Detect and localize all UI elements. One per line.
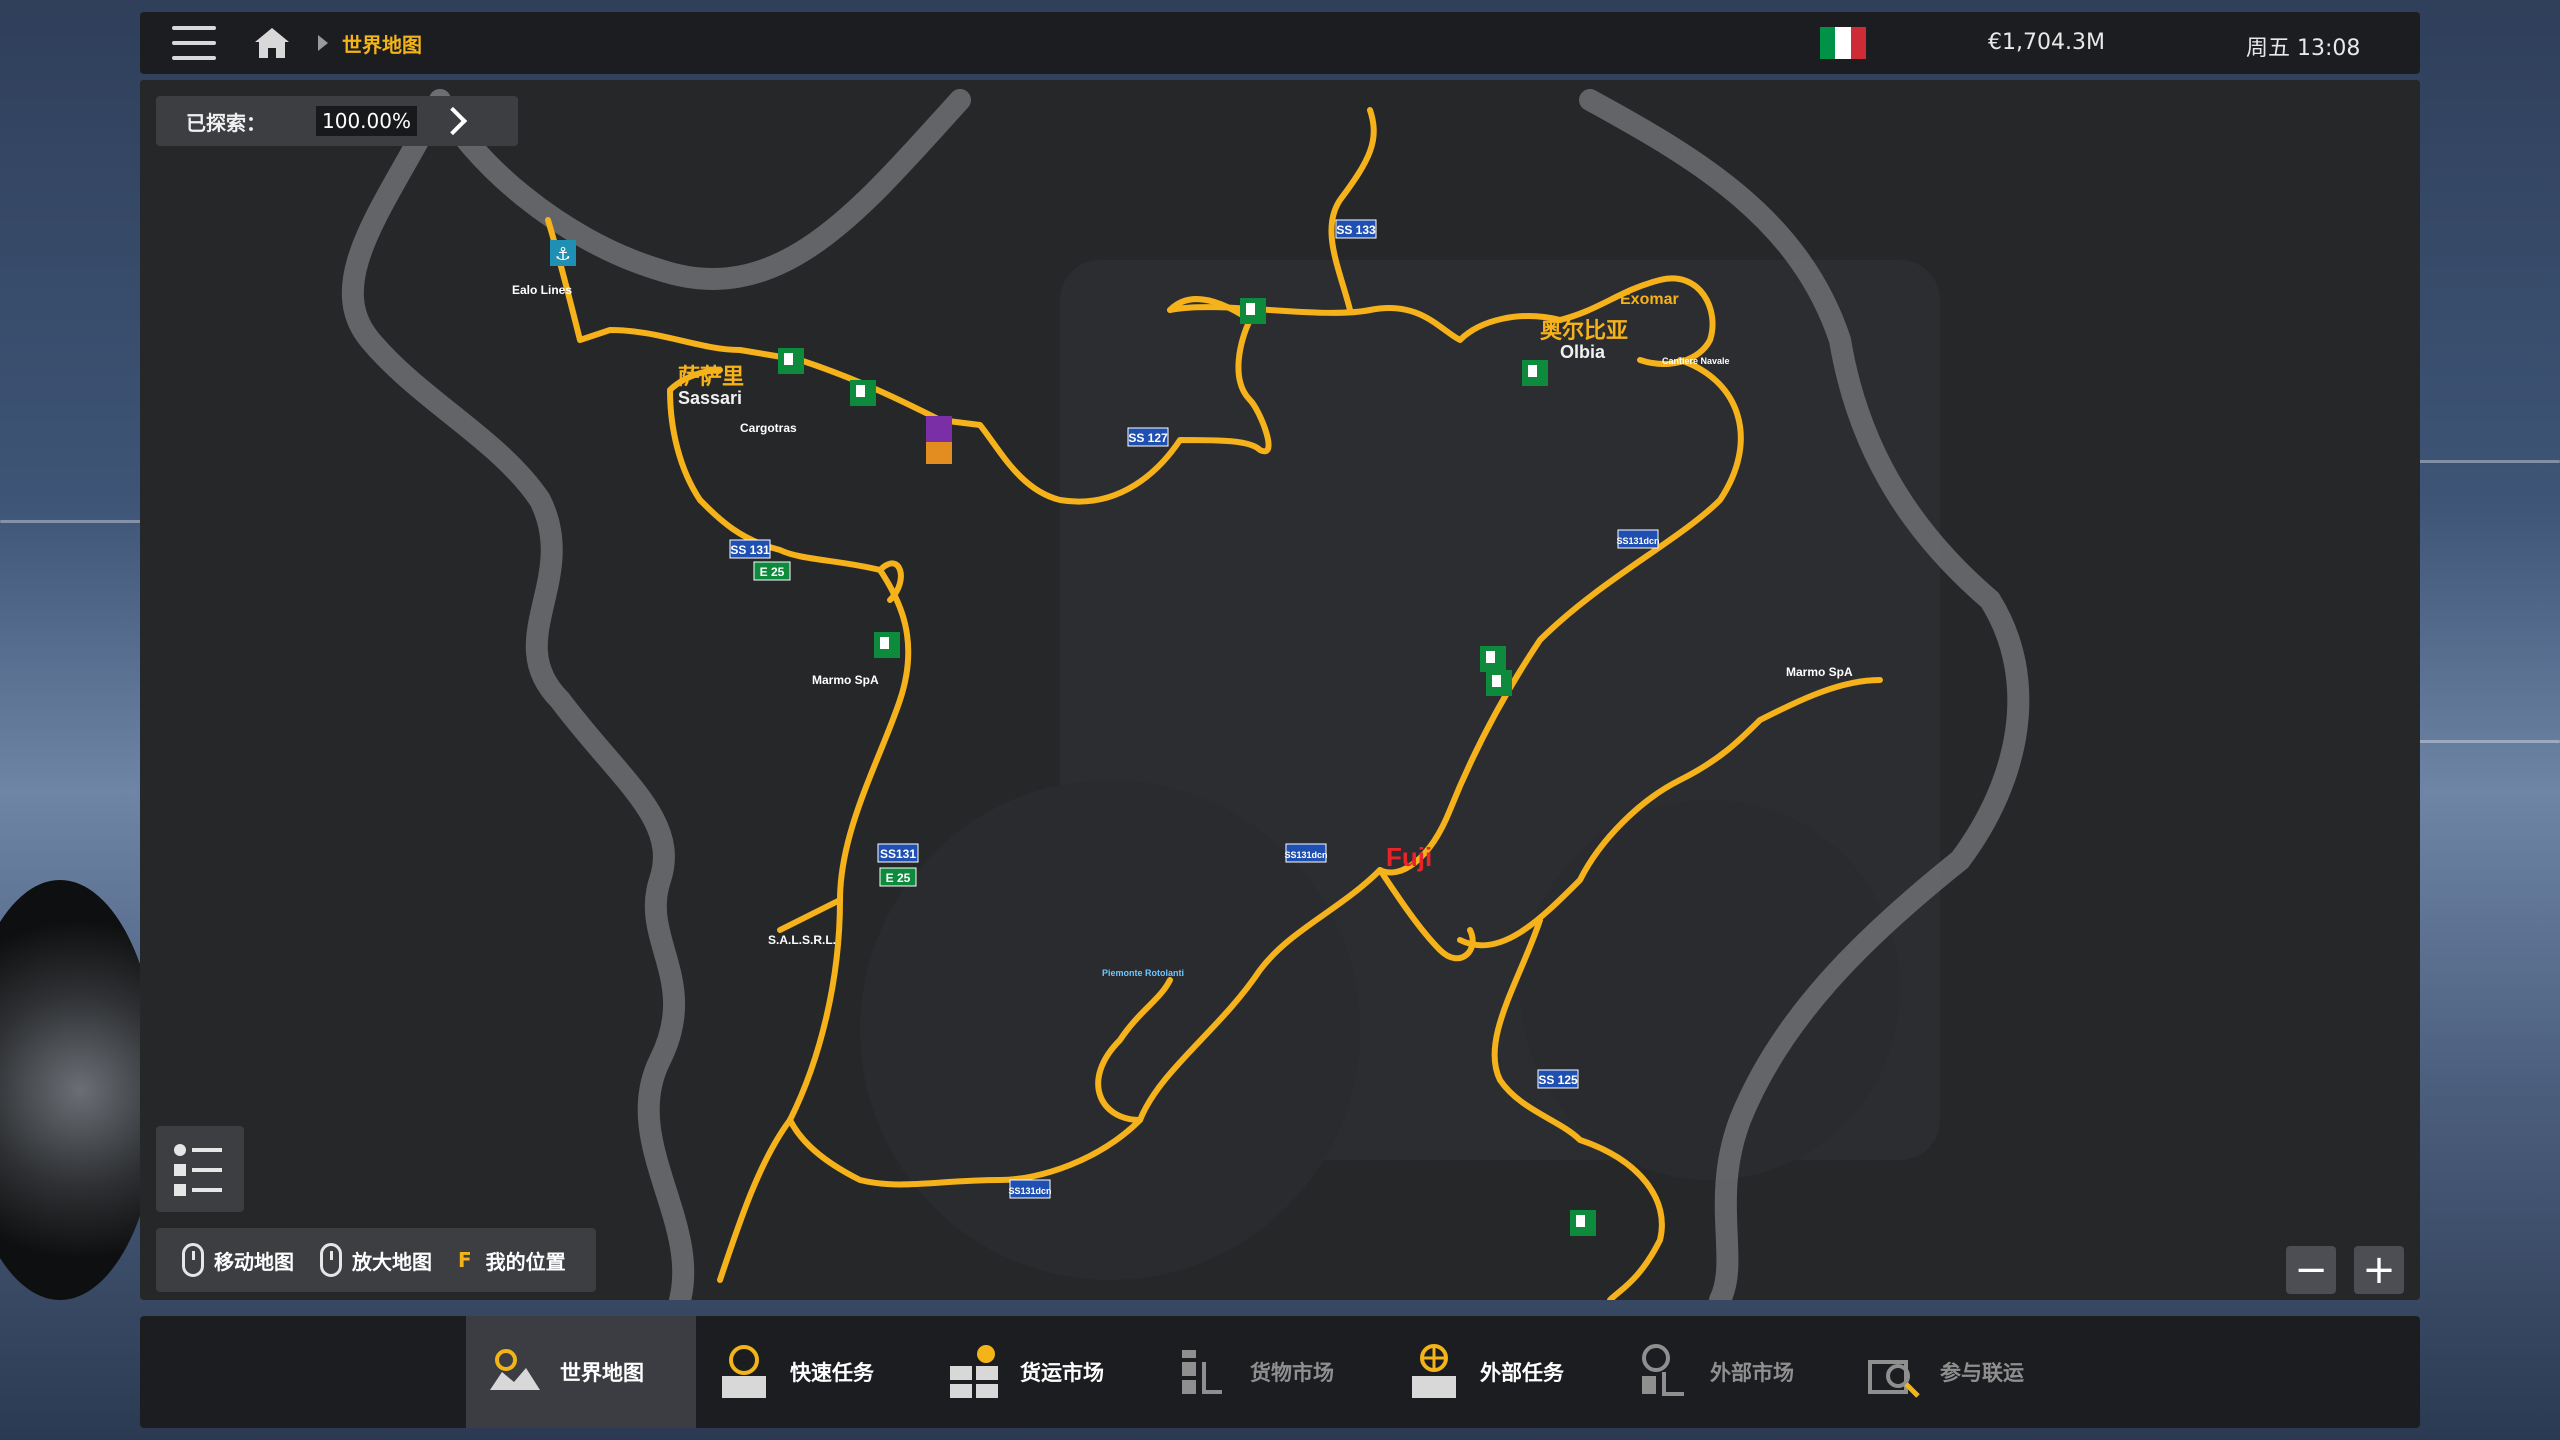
zoom-out-button[interactable]: − [2286,1246,2336,1294]
map-canvas[interactable]: 萨萨里 Sassari 奥尔比亚 Olbia SS 133 SS 127 SS … [140,80,2420,1300]
locate-hint: F 我的位置 [458,1248,566,1274]
svg-text:SS 133: SS 133 [1336,223,1376,237]
external-market-icon [1642,1344,1684,1396]
road-shield: SS131dcn [1008,1179,1052,1199]
tab-external-jobs[interactable]: 外部任务 [1386,1316,1616,1428]
road-shield: SS 127 [1127,427,1169,447]
svg-text:SS131dcn: SS131dcn [1284,850,1327,860]
move-map-hint: 移动地图 [182,1243,294,1277]
company-label: Ealo Lines [512,283,572,297]
road-shield: SS131dcn [1616,529,1660,549]
explored-panel: 已探索： 100.00% [156,96,518,146]
money-balance: €1,704.3M [1988,30,2105,55]
legend-button[interactable] [156,1126,244,1212]
explored-value: 100.00% [316,106,417,136]
svg-text:SS 127: SS 127 [1128,431,1168,445]
cargo-market-icon [1182,1350,1222,1394]
tab-freight-market[interactable]: 货运市场 [926,1316,1156,1428]
tab-cargo-market[interactable]: 货物市场 [1156,1316,1386,1428]
legend-list-icon [174,1144,222,1196]
company-label: S.A.L.S.R.L. [768,933,836,947]
zoom-in-button[interactable]: + [2354,1246,2404,1294]
svg-text:⚓: ⚓ [555,244,571,265]
company-label: Fuji [1386,842,1432,872]
svg-text:SS131dcn: SS131dcn [1008,1186,1051,1196]
world-map[interactable]: 萨萨里 Sassari 奥尔比亚 Olbia SS 133 SS 127 SS … [140,80,2420,1300]
chevron-right-icon[interactable] [438,106,468,136]
svg-text:SS131: SS131 [880,847,916,861]
road-shield: SS131 [877,843,919,863]
road-shield: SS 125 [1537,1069,1579,1089]
quick-job-icon [722,1345,766,1398]
road-shield: SS131dcn [1284,843,1328,863]
company-label: Marmo SpA [1786,665,1853,679]
menu-button[interactable] [172,26,216,60]
city-label-olbia[interactable]: 奥尔比亚 [1540,318,1628,343]
company-label: Cargotras [740,421,797,435]
city-sub-sassari: Sassari [678,388,742,408]
top-bar: 世界地图 €1,704.3M 周五 13:08 [140,12,2420,74]
bottom-navigation: 世界地图 快速任务 货运市场 货物市场 外部任务 外部市场 参与联运 [140,1316,2420,1428]
freight-market-icon [950,1345,998,1398]
port-anchor-icon: ⚓ [550,240,576,266]
city-sub-olbia: Olbia [1560,342,1606,362]
road-shield: E 25 [879,867,917,887]
tab-quick-job[interactable]: 快速任务 [696,1316,926,1428]
tab-external-market[interactable]: 外部市场 [1616,1316,1846,1428]
svg-text:E 25: E 25 [760,565,785,579]
tab-convoy[interactable]: 参与联运 [1846,1316,2076,1428]
world-map-icon [490,1349,540,1390]
mouse-scroll-icon [320,1243,342,1277]
zoom-map-hint: 放大地图 [320,1243,432,1277]
road-shield: SS 133 [1335,219,1377,239]
company-label: Exomar [1620,291,1679,308]
svg-text:SS131dcn: SS131dcn [1616,536,1659,546]
home-icon[interactable] [252,25,292,61]
game-clock: 周五 13:08 [2246,36,2361,61]
road-shield: SS 131 [729,539,771,559]
map-controls-hint: 移动地图 放大地图 F 我的位置 [156,1228,596,1292]
svg-text:SS 125: SS 125 [1538,1073,1578,1087]
company-label: Marmo SpA [812,673,879,687]
convoy-icon [1868,1360,1920,1398]
external-jobs-icon [1412,1344,1456,1398]
company-label: Cantiere Navale [1662,356,1730,366]
tab-world-map[interactable]: 世界地图 [466,1316,696,1428]
svg-text:SS 131: SS 131 [730,543,770,557]
breadcrumb: 世界地图 [342,32,422,57]
road-shield: E 25 [753,561,791,581]
mouse-icon [182,1243,204,1277]
explored-label: 已探索： [186,110,266,135]
company-label: Piemonte Rotolanti [1102,968,1184,978]
svg-text:E 25: E 25 [886,871,911,885]
photo-spot-icon [926,416,952,464]
city-label-sassari[interactable]: 萨萨里 [678,364,744,389]
truck-tire-image [0,880,160,1300]
italy-flag-icon [1820,27,1866,59]
breadcrumb-arrow-icon [318,35,328,51]
